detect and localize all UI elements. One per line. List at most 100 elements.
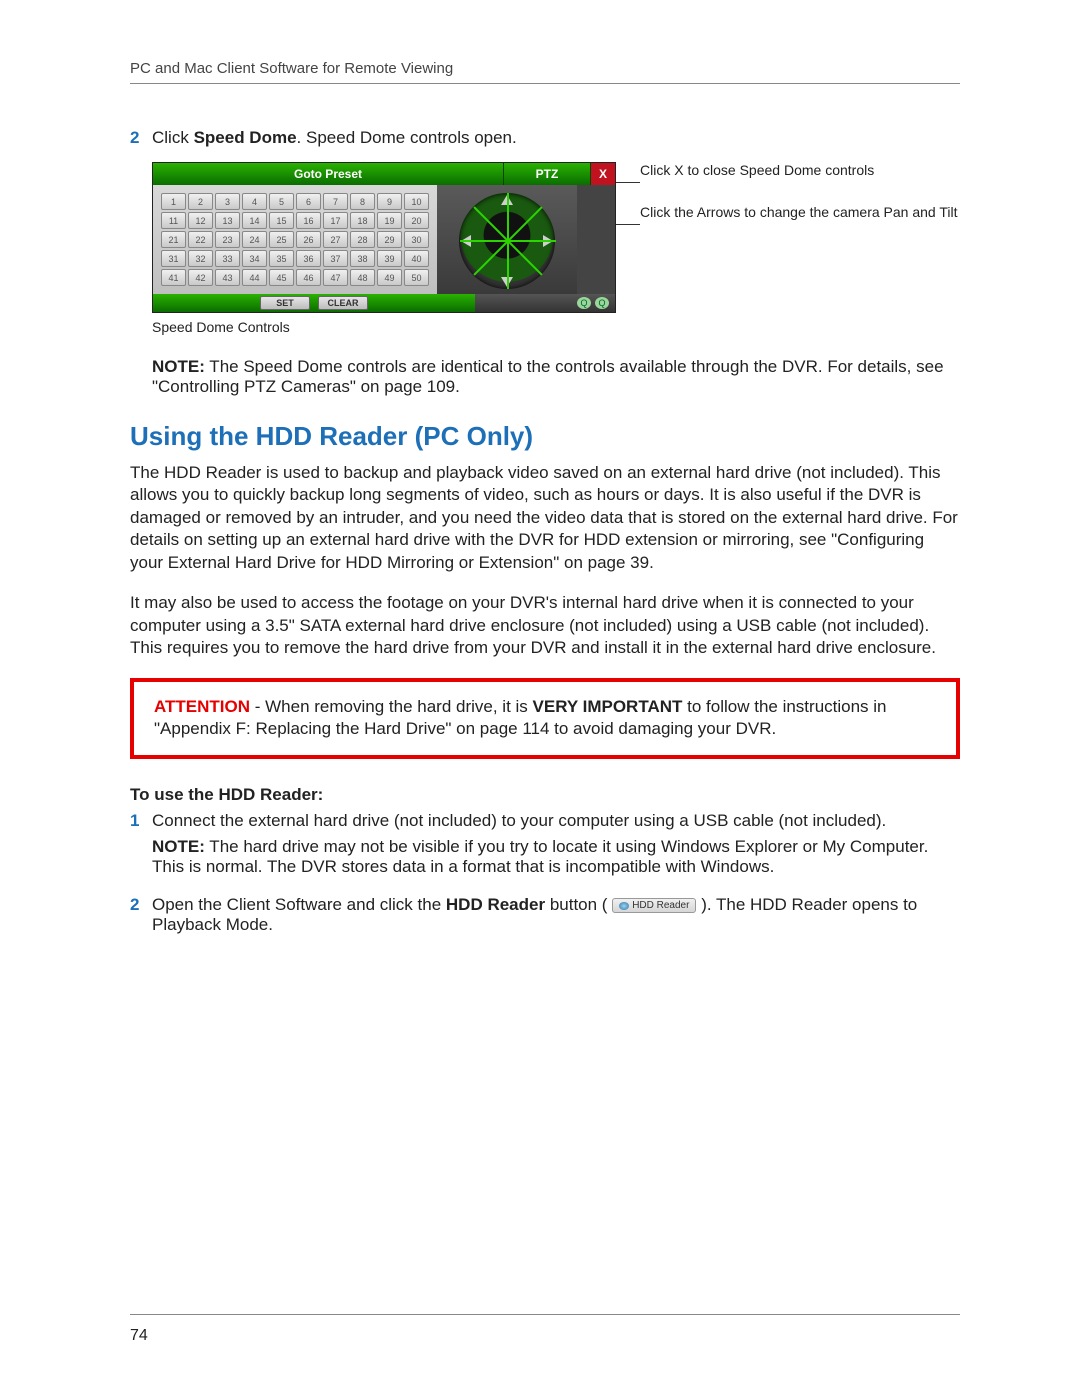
preset-button-39[interactable]: 39 bbox=[377, 250, 402, 267]
annot-close: Click X to close Speed Dome controls bbox=[640, 162, 960, 178]
preset-button-34[interactable]: 34 bbox=[242, 250, 267, 267]
hdd-reader-button-label: HDD Reader bbox=[632, 900, 689, 911]
preset-button-35[interactable]: 35 bbox=[269, 250, 294, 267]
preset-button-50[interactable]: 50 bbox=[404, 269, 429, 286]
preset-button-32[interactable]: 32 bbox=[188, 250, 213, 267]
very-important: VERY IMPORTANT bbox=[533, 697, 683, 716]
ptz-wheel[interactable] bbox=[459, 193, 555, 289]
ptz-area bbox=[437, 185, 577, 294]
preset-button-46[interactable]: 46 bbox=[296, 269, 321, 286]
preset-button-43[interactable]: 43 bbox=[215, 269, 240, 286]
preset-button-17[interactable]: 17 bbox=[323, 212, 348, 229]
step-number: 2 bbox=[130, 128, 152, 148]
preset-button-37[interactable]: 37 bbox=[323, 250, 348, 267]
ptz-bar[interactable]: PTZ bbox=[504, 163, 591, 185]
preset-button-15[interactable]: 15 bbox=[269, 212, 294, 229]
preset-button-4[interactable]: 4 bbox=[242, 193, 267, 210]
preset-button-5[interactable]: 5 bbox=[269, 193, 294, 210]
panel-caption: Speed Dome Controls bbox=[152, 319, 960, 335]
preset-button-9[interactable]: 9 bbox=[377, 193, 402, 210]
preset-button-2[interactable]: 2 bbox=[188, 193, 213, 210]
text: . Speed Dome controls open. bbox=[297, 128, 517, 147]
step-body: Open the Client Software and click the H… bbox=[152, 895, 960, 935]
zoom-out-icon[interactable]: Q bbox=[577, 297, 591, 309]
note-label: NOTE: bbox=[152, 837, 205, 856]
preset-button-24[interactable]: 24 bbox=[242, 231, 267, 248]
preset-button-29[interactable]: 29 bbox=[377, 231, 402, 248]
preset-button-47[interactable]: 47 bbox=[323, 269, 348, 286]
text: Open the Client Software and click the bbox=[152, 895, 446, 914]
zoom-in-icon[interactable]: Q bbox=[595, 297, 609, 309]
paragraph: The HDD Reader is used to backup and pla… bbox=[130, 462, 960, 574]
step-body: Connect the external hard drive (not inc… bbox=[152, 811, 960, 877]
preset-button-13[interactable]: 13 bbox=[215, 212, 240, 229]
note-body: The hard drive may not be visible if you… bbox=[152, 837, 928, 876]
preset-button-10[interactable]: 10 bbox=[404, 193, 429, 210]
text: Connect the external hard drive (not inc… bbox=[152, 811, 886, 830]
preset-button-16[interactable]: 16 bbox=[296, 212, 321, 229]
preset-button-41[interactable]: 41 bbox=[161, 269, 186, 286]
preset-button-3[interactable]: 3 bbox=[215, 193, 240, 210]
goto-preset-bar[interactable]: Goto Preset bbox=[153, 163, 504, 185]
preset-button-19[interactable]: 19 bbox=[377, 212, 402, 229]
disk-icon bbox=[619, 902, 629, 910]
preset-button-23[interactable]: 23 bbox=[215, 231, 240, 248]
preset-button-22[interactable]: 22 bbox=[188, 231, 213, 248]
step-2: 2 Click Speed Dome. Speed Dome controls … bbox=[130, 128, 960, 148]
preset-grid: 1234567891011121314151617181920212223242… bbox=[161, 193, 429, 286]
preset-button-42[interactable]: 42 bbox=[188, 269, 213, 286]
preset-button-36[interactable]: 36 bbox=[296, 250, 321, 267]
preset-button-27[interactable]: 27 bbox=[323, 231, 348, 248]
preset-button-21[interactable]: 21 bbox=[161, 231, 186, 248]
step-body: Click Speed Dome. Speed Dome controls op… bbox=[152, 128, 960, 148]
text: - When removing the hard drive, it is bbox=[250, 697, 533, 716]
preset-button-1[interactable]: 1 bbox=[161, 193, 186, 210]
attention-label: ATTENTION bbox=[154, 697, 250, 716]
note-body: The Speed Dome controls are identical to… bbox=[152, 357, 944, 396]
text: Click bbox=[152, 128, 194, 147]
clear-button[interactable]: CLEAR bbox=[318, 296, 368, 310]
preset-button-28[interactable]: 28 bbox=[350, 231, 375, 248]
preset-button-40[interactable]: 40 bbox=[404, 250, 429, 267]
attention-box: ATTENTION - When removing the hard drive… bbox=[130, 678, 960, 760]
page-number: 74 bbox=[130, 1327, 148, 1345]
preset-button-11[interactable]: 11 bbox=[161, 212, 186, 229]
preset-button-49[interactable]: 49 bbox=[377, 269, 402, 286]
preset-button-7[interactable]: 7 bbox=[323, 193, 348, 210]
step-hdd-1: 1 Connect the external hard drive (not i… bbox=[130, 811, 960, 877]
step-number: 2 bbox=[130, 895, 152, 935]
footer-rule bbox=[130, 1314, 960, 1315]
preset-button-8[interactable]: 8 bbox=[350, 193, 375, 210]
preset-button-14[interactable]: 14 bbox=[242, 212, 267, 229]
preset-button-44[interactable]: 44 bbox=[242, 269, 267, 286]
preset-button-33[interactable]: 33 bbox=[215, 250, 240, 267]
annot-arrows: Click the Arrows to change the camera Pa… bbox=[640, 204, 960, 220]
preset-button-12[interactable]: 12 bbox=[188, 212, 213, 229]
preset-button-30[interactable]: 30 bbox=[404, 231, 429, 248]
bold-hdd-reader: HDD Reader bbox=[446, 895, 545, 914]
preset-button-6[interactable]: 6 bbox=[296, 193, 321, 210]
bold-speed-dome: Speed Dome bbox=[194, 128, 297, 147]
step-hdd-2: 2 Open the Client Software and click the… bbox=[130, 895, 960, 935]
sub-heading: To use the HDD Reader: bbox=[130, 785, 960, 805]
paragraph: It may also be used to access the footag… bbox=[130, 592, 960, 659]
set-button[interactable]: SET bbox=[260, 296, 310, 310]
preset-button-26[interactable]: 26 bbox=[296, 231, 321, 248]
step-number: 1 bbox=[130, 811, 152, 877]
preset-button-45[interactable]: 45 bbox=[269, 269, 294, 286]
hdd-reader-button[interactable]: HDD Reader bbox=[612, 898, 696, 913]
text: button ( bbox=[545, 895, 607, 914]
preset-button-18[interactable]: 18 bbox=[350, 212, 375, 229]
preset-button-20[interactable]: 20 bbox=[404, 212, 429, 229]
preset-button-48[interactable]: 48 bbox=[350, 269, 375, 286]
preset-button-38[interactable]: 38 bbox=[350, 250, 375, 267]
section-heading-hdd: Using the HDD Reader (PC Only) bbox=[130, 421, 960, 452]
preset-button-25[interactable]: 25 bbox=[269, 231, 294, 248]
panel-annotations: Click X to close Speed Dome controls Cli… bbox=[640, 162, 960, 246]
note-speed-dome: NOTE: The Speed Dome controls are identi… bbox=[152, 357, 960, 397]
preset-button-31[interactable]: 31 bbox=[161, 250, 186, 267]
close-icon[interactable]: X bbox=[591, 163, 615, 185]
note-label: NOTE: bbox=[152, 357, 205, 376]
speed-dome-panel: Goto Preset PTZ X 1234567891011121314151… bbox=[152, 162, 616, 313]
page-header: PC and Mac Client Software for Remote Vi… bbox=[130, 60, 960, 84]
